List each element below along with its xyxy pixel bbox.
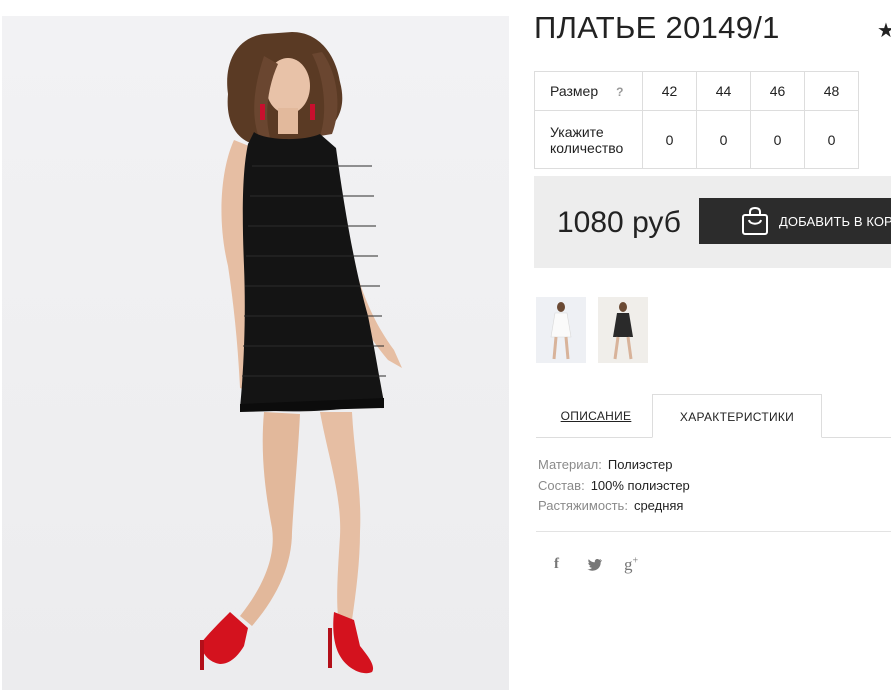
size-help-icon[interactable]: ? (616, 85, 623, 99)
thumbnail-image (613, 302, 633, 360)
add-to-cart-button[interactable]: ДОБАВИТЬ В КОРЗИНУ (699, 198, 891, 244)
characteristic-key: Материал: (538, 457, 602, 472)
twitter-icon[interactable] (587, 558, 603, 576)
section-divider (536, 531, 891, 532)
size-label: Размер (550, 82, 599, 99)
characteristic-value: средняя (633, 498, 684, 513)
quantity-label-line2: количество (550, 139, 624, 156)
thumbnail-image (550, 302, 572, 360)
shopping-bag-icon (742, 206, 768, 235)
add-to-cart-label: ДОБАВИТЬ В КОРЗИНУ (779, 214, 891, 229)
quantity-row: Укажите количество 0 0 0 0 (534, 110, 859, 169)
size-option-48[interactable]: 48 (804, 71, 859, 111)
characteristic-key: Растяжимость: (538, 498, 628, 513)
size-quantity-table: Размер? 42 44 46 48 Укажите количество 0… (534, 71, 859, 169)
size-row: Размер? 42 44 46 48 (534, 71, 859, 111)
characteristic-value: Полиэстер (607, 457, 673, 472)
model-in-black-dress-image (200, 32, 402, 674)
size-option-42[interactable]: 42 (642, 71, 697, 111)
characteristic-key: Состав: (538, 477, 585, 493)
product-main-photo[interactable] (2, 16, 509, 690)
facebook-icon[interactable]: f (554, 556, 559, 573)
characteristic-value: 100% полиэстер (590, 477, 690, 493)
quantity-input-46[interactable]: 0 (750, 110, 805, 169)
tab-characteristics[interactable]: ХАРАКТЕРИСТИКИ (652, 394, 822, 438)
quantity-label-line1: Укажите (550, 123, 604, 140)
product-price: 1080 руб (557, 206, 681, 239)
size-option-46[interactable]: 46 (750, 71, 805, 111)
quantity-input-48[interactable]: 0 (804, 110, 859, 169)
thumbnail-white-dress[interactable] (536, 297, 586, 363)
google-plus-letter: g (624, 555, 633, 574)
twitter-bird-icon (587, 559, 602, 571)
size-option-44[interactable]: 44 (696, 71, 751, 111)
google-plus-icon[interactable]: g+ (624, 555, 638, 575)
quantity-input-42[interactable]: 0 (642, 110, 697, 169)
price-panel: 1080 руб ДОБАВИТЬ В КОРЗИНУ (534, 176, 891, 268)
size-label-cell: Размер? (534, 71, 643, 111)
tab-description[interactable]: ОПИСАНИЕ (548, 394, 644, 438)
characteristic-row: Растяжимость: средняя (538, 498, 690, 519)
star-icon[interactable]: ★ (877, 18, 891, 42)
quantity-input-44[interactable]: 0 (696, 110, 751, 169)
characteristic-row: Состав: 100% полиэстер (538, 478, 690, 499)
thumbnail-black-dress[interactable] (598, 297, 648, 363)
plus-sign: + (632, 555, 639, 567)
characteristics-list: Материал: Полиэстер Состав: 100% полиэстер… (538, 457, 690, 519)
characteristic-row: Материал: Полиэстер (538, 457, 690, 478)
quantity-label-cell: Укажите количество (534, 110, 643, 169)
product-title: ПЛАТЬЕ 20149/1 (534, 10, 780, 45)
